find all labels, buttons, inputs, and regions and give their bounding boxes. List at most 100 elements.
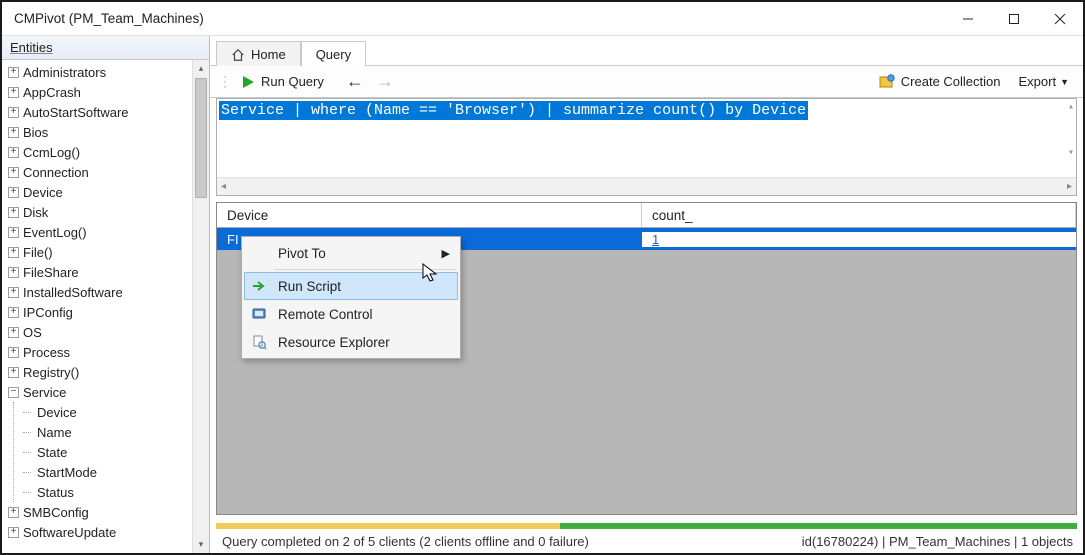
create-collection-label: Create Collection [901, 74, 1001, 89]
expand-icon[interactable]: + [8, 507, 19, 518]
tree-node[interactable]: +OS [6, 322, 192, 342]
expand-icon[interactable]: + [8, 267, 19, 278]
tree-node-label: Process [23, 345, 70, 360]
tree-node[interactable]: +CcmLog() [6, 142, 192, 162]
tree-leaf[interactable]: Device [21, 402, 192, 422]
toolbar-grip-icon: ⋮ [218, 73, 229, 90]
editor-hscroll[interactable]: ◂ ▸ [217, 177, 1076, 195]
tree-node-label: State [37, 445, 67, 460]
tree-node[interactable]: + IPConfig [6, 302, 192, 322]
tree-node[interactable]: +SMBConfig [6, 502, 192, 522]
tree-node[interactable]: + Bios [6, 122, 192, 142]
expand-icon[interactable]: + [8, 207, 19, 218]
tree-node-label: Bios [23, 125, 48, 140]
menu-item-label: Run Script [278, 279, 341, 294]
tree-node[interactable]: + InstalledSoftware [6, 282, 192, 302]
run-query-button[interactable]: Run Query [235, 72, 330, 91]
tree-node[interactable]: −Service [6, 382, 192, 402]
maximize-button[interactable] [991, 2, 1037, 35]
tree-node-label: Service [23, 385, 66, 400]
tree-scrollbar[interactable]: ▴ ▾ [192, 60, 209, 553]
app-window: CMPivot (PM_Team_Machines) Entities +Adm… [0, 0, 1085, 555]
query-text[interactable]: Service | where (Name == 'Browser') | su… [219, 101, 808, 120]
tree-node[interactable]: + FileShare [6, 262, 192, 282]
expand-icon[interactable]: + [8, 187, 19, 198]
editor-vscroll[interactable]: ▴ ▾ [1068, 101, 1074, 159]
tree-node[interactable]: +AutoStartSoftware [6, 102, 192, 122]
expand-icon[interactable]: + [8, 327, 19, 338]
tree-node-label: IPConfig [23, 305, 73, 320]
context-menu-item[interactable]: Run Script [244, 272, 458, 300]
count-link[interactable]: 1 [652, 232, 659, 247]
column-header-device[interactable]: Device [217, 203, 642, 227]
menu-separator [274, 269, 456, 270]
column-header-count[interactable]: count_ [642, 203, 1076, 227]
expand-icon[interactable]: + [8, 527, 19, 538]
expand-icon[interactable]: + [8, 307, 19, 318]
tree-node[interactable]: + Process [6, 342, 192, 362]
tree-node[interactable]: +Connection [6, 162, 192, 182]
minimize-button[interactable] [945, 2, 991, 35]
scroll-up-icon: ▴ [1068, 101, 1074, 113]
scroll-left-icon: ◂ [221, 181, 226, 192]
context-menu-item[interactable]: Resource Explorer [244, 328, 458, 356]
export-button[interactable]: Export ▼ [1013, 72, 1076, 91]
entities-tree[interactable]: +Administrators+AppCrash+AutoStartSoftwa… [2, 60, 192, 553]
statusbar: Query completed on 2 of 5 clients (2 cli… [210, 529, 1083, 553]
titlebar: CMPivot (PM_Team_Machines) [2, 2, 1083, 36]
chevron-right-icon: ▶ [442, 247, 450, 260]
close-button[interactable] [1037, 2, 1083, 35]
run-query-label: Run Query [261, 74, 324, 89]
nav-forward-button[interactable]: → [372, 71, 398, 92]
tree-node-label: Device [37, 405, 77, 420]
cell-count[interactable]: 1 [642, 232, 1076, 247]
export-label: Export [1019, 74, 1057, 89]
expand-icon[interactable]: + [8, 167, 19, 178]
tabbar: Home Query [210, 36, 1083, 66]
expand-icon[interactable]: − [8, 387, 19, 398]
expand-icon[interactable]: + [8, 87, 19, 98]
tree-node[interactable]: +Administrators [6, 62, 192, 82]
expand-icon[interactable]: + [8, 147, 19, 158]
tree-node-label: InstalledSoftware [23, 285, 123, 300]
tree-node-label: FileShare [23, 265, 79, 280]
tree-node-label: Disk [23, 205, 48, 220]
scroll-down-icon[interactable]: ▾ [193, 536, 209, 553]
expand-icon[interactable]: + [8, 107, 19, 118]
tree-leaf[interactable]: Name [21, 422, 192, 442]
tree-leaf[interactable]: StartMode [21, 462, 192, 482]
scroll-right-icon: ▸ [1067, 181, 1072, 192]
context-menu-item[interactable]: Remote Control [244, 300, 458, 328]
results-header: Device count_ [217, 203, 1076, 228]
tree-leaf[interactable]: State [21, 442, 192, 462]
scroll-down-icon: ▾ [1068, 147, 1074, 159]
tree-node[interactable]: +File() [6, 242, 192, 262]
scroll-thumb[interactable] [195, 78, 207, 198]
tab-home[interactable]: Home [216, 41, 301, 66]
expand-icon[interactable]: + [8, 287, 19, 298]
tree-node[interactable]: +SoftwareUpdate [6, 522, 192, 542]
play-icon [241, 75, 255, 89]
expand-icon[interactable]: + [8, 127, 19, 138]
tree-node[interactable]: +Device [6, 182, 192, 202]
create-collection-button[interactable]: Create Collection [873, 72, 1007, 92]
tree-node[interactable]: +EventLog() [6, 222, 192, 242]
expand-icon[interactable]: + [8, 367, 19, 378]
tab-query[interactable]: Query [301, 41, 366, 66]
expand-icon[interactable]: + [8, 227, 19, 238]
tree-node[interactable]: + Disk [6, 202, 192, 222]
scroll-up-icon[interactable]: ▴ [193, 60, 209, 77]
menu-item-label: Resource Explorer [278, 335, 390, 350]
context-menu-item[interactable]: Pivot To▶ [244, 239, 458, 267]
query-editor[interactable]: Service | where (Name == 'Browser') | su… [217, 99, 1076, 177]
tree-node[interactable]: +Registry() [6, 362, 192, 382]
tree-node-label: Status [37, 485, 74, 500]
nav-back-button[interactable]: ← [342, 71, 368, 92]
context-menu: Pivot To▶ Run Script Remote Control Resourc… [241, 236, 461, 359]
status-right: id(16780224) | PM_Team_Machines | 1 obje… [802, 534, 1073, 549]
tree-node[interactable]: +AppCrash [6, 82, 192, 102]
expand-icon[interactable]: + [8, 247, 19, 258]
expand-icon[interactable]: + [8, 347, 19, 358]
tree-leaf[interactable]: Status [21, 482, 192, 502]
expand-icon[interactable]: + [8, 67, 19, 78]
